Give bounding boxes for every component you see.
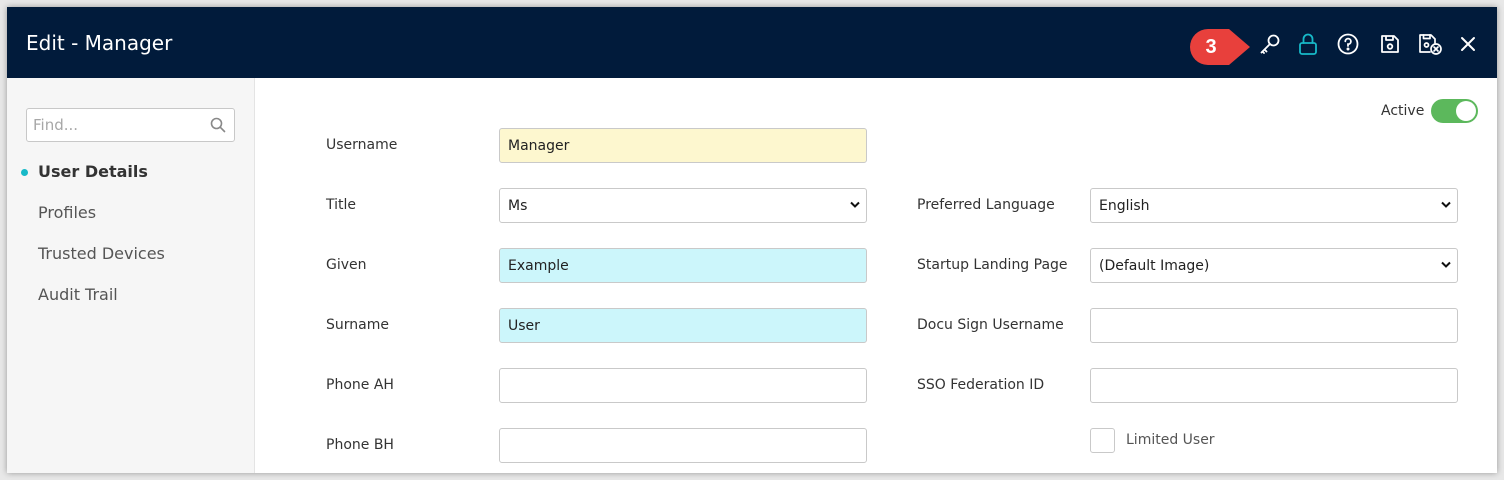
lock-icon[interactable]: [1295, 31, 1321, 57]
save-close-icon[interactable]: [1417, 31, 1443, 57]
callout-number: 3: [1205, 35, 1217, 58]
given-label: Given: [326, 257, 367, 273]
phone-ah-label: Phone AH: [326, 377, 394, 393]
close-icon[interactable]: [1455, 31, 1481, 57]
limited-user-checkbox[interactable]: [1090, 428, 1115, 453]
sso-federation-id-label: SSO Federation ID: [917, 377, 1045, 393]
find-box: [26, 108, 235, 142]
title-bar: Edit - Manager 3: [7, 7, 1497, 78]
startup-landing-page-select[interactable]: (Default Image): [1090, 248, 1458, 283]
active-label: Active: [1381, 103, 1425, 119]
sidebar-item-trusted-devices[interactable]: Trusted Devices: [38, 244, 165, 263]
title-select[interactable]: Ms: [499, 188, 867, 223]
sidebar-item-audit-trail[interactable]: Audit Trail: [38, 285, 118, 304]
sidebar-item-user-details[interactable]: User Details: [38, 162, 148, 181]
preferred-language-label: Preferred Language: [917, 197, 1055, 213]
startup-landing-page-label: Startup Landing Page: [917, 257, 1068, 273]
username-field[interactable]: [499, 128, 867, 163]
docu-sign-username-field[interactable]: [1090, 308, 1458, 343]
sso-federation-id-field[interactable]: [1090, 368, 1458, 403]
sidebar: User Details Profiles Trusted Devices Au…: [7, 78, 255, 473]
help-icon[interactable]: [1335, 31, 1361, 57]
phone-bh-field[interactable]: [499, 428, 867, 463]
phone-ah-field[interactable]: [499, 368, 867, 403]
find-input[interactable]: [27, 109, 197, 141]
active-toggle[interactable]: [1431, 99, 1478, 123]
surname-field[interactable]: [499, 308, 867, 343]
step-callout: 3: [1189, 28, 1251, 66]
edit-user-dialog: Edit - Manager 3 Find... User Details Pr…: [7, 7, 1497, 473]
save-icon[interactable]: [1377, 31, 1403, 57]
title-label: Title: [326, 197, 357, 213]
preferred-language-select[interactable]: English: [1090, 188, 1458, 223]
username-label: Username: [326, 137, 398, 153]
key-icon[interactable]: [1257, 31, 1283, 57]
phone-bh-label: Phone BH: [326, 437, 394, 453]
sidebar-item-profiles[interactable]: Profiles: [38, 203, 96, 222]
dialog-title: Edit - Manager: [26, 31, 173, 55]
limited-user-label: Limited User: [1126, 432, 1215, 448]
docu-sign-username-label: Docu Sign Username: [917, 317, 1064, 333]
toggle-knob: [1456, 101, 1476, 121]
active-item-bullet: [21, 169, 28, 176]
search-icon[interactable]: [210, 117, 226, 138]
surname-label: Surname: [326, 317, 389, 333]
given-name-field[interactable]: [499, 248, 867, 283]
